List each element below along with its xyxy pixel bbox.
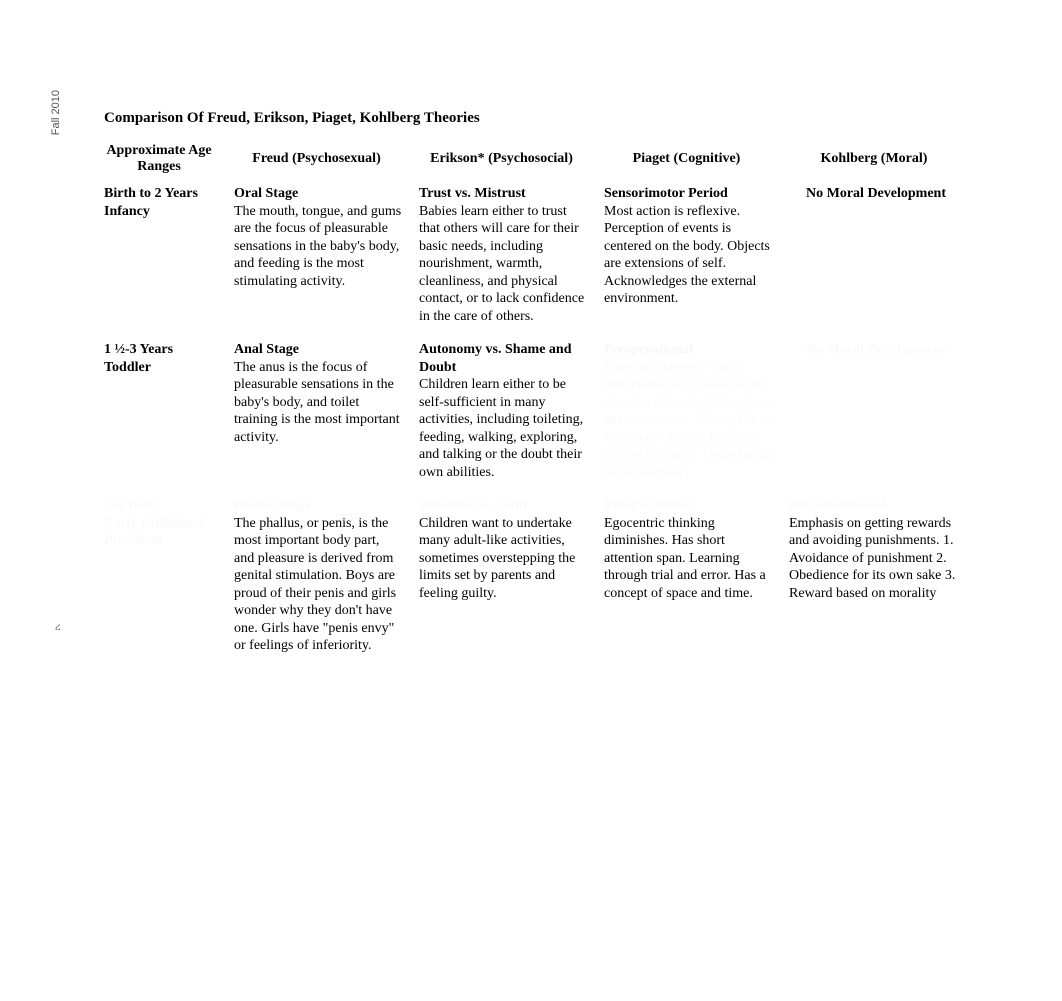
cell-age: Birth to 2 Years Infancy (94, 181, 224, 337)
stage-title: Phallic Stage (234, 497, 403, 515)
comparison-table: Approximate Age Ranges Freud (Psychosexu… (94, 137, 969, 667)
stage-title: Preconventional (789, 497, 963, 515)
cell-piaget: Preoperational Egocentric thinking dimin… (594, 493, 779, 667)
cell-kohlberg: No Moral Development (779, 181, 969, 337)
age-line1: 3-6 Years (104, 497, 218, 515)
document-container: Comparison Of Freud, Erikson, Piaget, Ko… (94, 106, 969, 667)
stage-title: Preoperational (604, 497, 773, 515)
table-header-row: Approximate Age Ranges Freud (Psychosexu… (94, 137, 969, 181)
age-line2: Infancy (104, 203, 218, 221)
page-mark: ረ (55, 622, 61, 633)
cell-erikson: Trust vs. Mistrust Babies learn either t… (409, 181, 594, 337)
header-kohlberg: Kohlberg (Moral) (779, 137, 969, 181)
cell-freud: Phallic Stage The phallus, or penis, is … (224, 493, 409, 667)
cell-piaget: Preoperational Uses only senses—can't un… (594, 337, 779, 493)
side-label: Fall 2010 (50, 90, 62, 135)
cell-age: 1 ½-3 Years Toddler (94, 337, 224, 493)
age-line1: Birth to 2 Years (104, 185, 218, 203)
stage-desc: Egocentric thinking diminishes. Has shor… (604, 515, 773, 603)
table-row: Birth to 2 Years Infancy Oral Stage The … (94, 181, 969, 337)
stage-desc: Babies learn either to trust that others… (419, 203, 588, 326)
table-row: 1 ½-3 Years Toddler Anal Stage The anus … (94, 337, 969, 493)
stage-desc: Uses only senses—can't understand all. T… (604, 359, 773, 482)
age-line2: Early Childhood-Preschool (104, 515, 218, 550)
stage-desc: Children learn either to be self-suffici… (419, 376, 588, 481)
table-row: 3-6 Years Early Childhood-Preschool Phal… (94, 493, 969, 667)
cell-kohlberg: Preconventional Emphasis on getting rewa… (779, 493, 969, 667)
stage-title: Autonomy vs. Shame and Doubt (419, 341, 588, 376)
cell-kohlberg: No Moral Development (779, 337, 969, 493)
stage-title: Initiative vs. Guilt (419, 497, 588, 515)
cell-piaget: Sensorimotor Period Most action is refle… (594, 181, 779, 337)
stage-title: Anal Stage (234, 341, 403, 359)
stage-desc: Most action is reflexive. Perception of … (604, 203, 773, 308)
age-line2: Toddler (104, 359, 218, 377)
stage-title: Trust vs. Mistrust (419, 185, 588, 203)
cell-freud: Oral Stage The mouth, tongue, and gums a… (224, 181, 409, 337)
stage-desc: The mouth, tongue, and gums are the focu… (234, 203, 403, 291)
header-age: Approximate Age Ranges (94, 137, 224, 181)
stage-title: Preoperational (604, 341, 773, 359)
cell-erikson: Initiative vs. Guilt Children want to un… (409, 493, 594, 667)
header-erikson: Erikson* (Psychosocial) (409, 137, 594, 181)
stage-desc: Emphasis on getting rewards and avoiding… (789, 515, 963, 603)
header-freud: Freud (Psychosexual) (224, 137, 409, 181)
stage-desc: Children want to undertake many adult-li… (419, 515, 588, 603)
stage-title: Sensorimotor Period (604, 185, 773, 203)
age-line1: 1 ½-3 Years (104, 341, 218, 359)
header-piaget: Piaget (Cognitive) (594, 137, 779, 181)
table-title: Comparison Of Freud, Erikson, Piaget, Ko… (94, 106, 969, 137)
cell-erikson: Autonomy vs. Shame and Doubt Children le… (409, 337, 594, 493)
cell-freud: Anal Stage The anus is the focus of plea… (224, 337, 409, 493)
stage-desc: The anus is the focus of pleasurable sen… (234, 359, 403, 447)
cell-age: 3-6 Years Early Childhood-Preschool (94, 493, 224, 667)
stage-title: Oral Stage (234, 185, 403, 203)
stage-desc: The phallus, or penis, is the most impor… (234, 515, 403, 655)
